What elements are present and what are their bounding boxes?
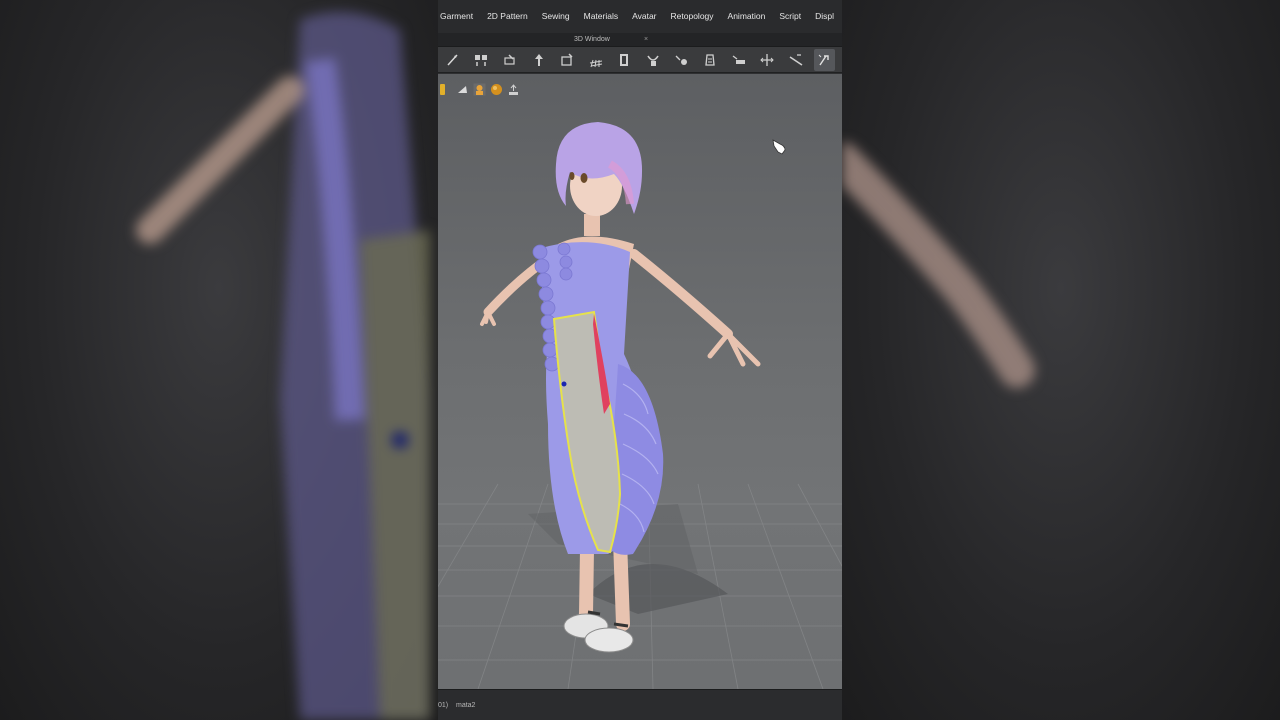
fold-arrangement-icon[interactable] — [471, 49, 493, 71]
menu-materials[interactable]: Materials — [577, 0, 625, 33]
menu-script[interactable]: Script — [772, 0, 808, 33]
status-object-name: mata2 — [456, 702, 476, 709]
trim-icon[interactable] — [671, 49, 693, 71]
status-index: 01) — [438, 702, 449, 709]
menu-sewing[interactable]: Sewing — [535, 0, 577, 33]
select-mesh-icon[interactable] — [442, 49, 464, 71]
transform-icon[interactable] — [813, 48, 836, 71]
camera-reset-icon[interactable] — [506, 82, 520, 96]
3d-viewport[interactable] — [438, 74, 842, 689]
grid-icon[interactable] — [585, 49, 607, 71]
material-ball-icon[interactable] — [489, 82, 503, 96]
menu-garment[interactable]: Garment — [438, 0, 480, 33]
3d-scene — [438, 122, 842, 689]
menu-display[interactable]: Displ — [808, 0, 841, 33]
texture-view-icon[interactable] — [455, 82, 469, 96]
blurred-background-left — [0, 0, 438, 720]
avatar-view-icon[interactable] — [472, 82, 486, 96]
menu-animation[interactable]: Animation — [721, 0, 773, 33]
tack-icon[interactable] — [556, 49, 578, 71]
shrinkwrap-icon[interactable] — [699, 49, 721, 71]
measure-icon[interactable] — [728, 49, 750, 71]
garment-view-icon[interactable] — [438, 82, 452, 96]
status-bar: 01) mata2 — [438, 689, 842, 720]
strap-icon[interactable] — [642, 49, 664, 71]
menu-retopology[interactable]: Retopology — [664, 0, 721, 33]
menu-2d-pattern[interactable]: 2D Pattern — [480, 0, 535, 33]
window-tab-close[interactable]: × — [644, 33, 648, 46]
app-window: Garment 2D Pattern Sewing Materials Avat… — [438, 0, 842, 720]
window-tab-bar: 3D Window × — [438, 33, 842, 47]
window-tab-title[interactable]: 3D Window — [574, 33, 610, 46]
align-icon[interactable] — [756, 49, 778, 71]
bookmark-icon[interactable] — [785, 49, 807, 71]
pin-icon[interactable] — [499, 49, 521, 71]
blurred-background-right — [842, 0, 1280, 720]
menu-bar: Garment 2D Pattern Sewing Materials Avat… — [438, 0, 842, 33]
puckering-icon[interactable] — [613, 49, 635, 71]
3d-toolbar — [438, 47, 842, 73]
menu-avatar[interactable]: Avatar — [625, 0, 663, 33]
viewport-icon-row — [438, 82, 520, 96]
tack-on-avatar-icon[interactable] — [528, 49, 550, 71]
hand-cursor-icon — [772, 139, 786, 155]
